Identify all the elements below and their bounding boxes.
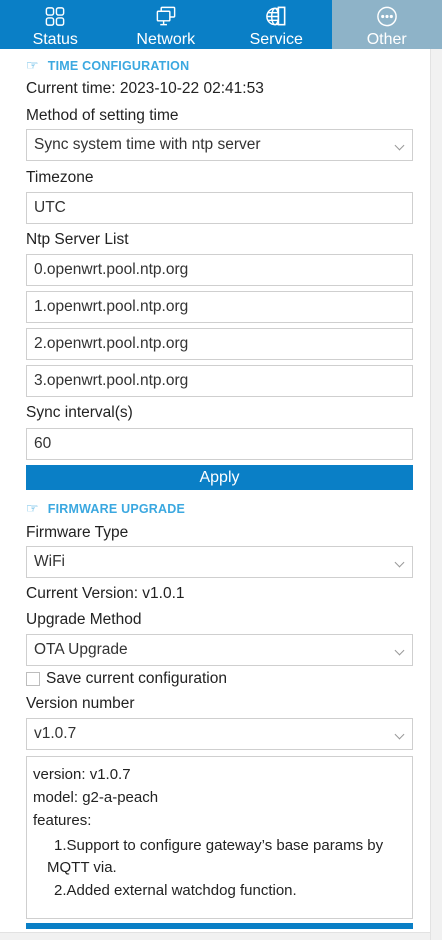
more-icon	[376, 6, 397, 27]
apply-button[interactable]: Apply	[26, 465, 413, 490]
firmware-type-label: Firmware Type	[26, 524, 129, 541]
time-config-title: ☞ TIME CONFIGURATION	[26, 57, 189, 74]
sync-interval-input[interactable]: 60	[26, 428, 413, 460]
version-number-select[interactable]: v1.0.7	[26, 718, 413, 750]
top-nav: Status Network Service Other	[0, 0, 442, 49]
tab-other-label: Other	[366, 31, 407, 48]
method-label: Method of setting time	[26, 107, 179, 124]
upgrade-method-value: OTA Upgrade	[34, 641, 128, 658]
upgrade-method-label: Upgrade Method	[26, 611, 142, 628]
tab-network[interactable]: Network	[111, 0, 222, 49]
monitor-icon	[156, 6, 176, 26]
time-config-title-text: TIME CONFIGURATION	[47, 58, 190, 73]
main-content: ☞ TIME CONFIGURATION Current time: 2023-…	[0, 49, 430, 940]
chevron-down-icon	[394, 645, 405, 656]
timezone-label: Timezone	[26, 169, 94, 186]
timezone-input[interactable]: UTC	[26, 192, 413, 224]
ntp-server-input-0[interactable]: 0.openwrt.pool.ntp.org	[26, 254, 413, 286]
upgrade-method-select[interactable]: OTA Upgrade	[26, 634, 413, 666]
sync-interval-label: Sync interval(s)	[26, 404, 133, 421]
firmware-type-select[interactable]: WiFi	[26, 546, 413, 578]
version-number-label: Version number	[26, 695, 135, 712]
tab-service-label: Service	[249, 31, 303, 48]
ntp-server-input-2[interactable]: 2.openwrt.pool.ntp.org	[26, 328, 413, 360]
tab-status[interactable]: Status	[0, 0, 111, 49]
release-notes[interactable]: version: v1.0.7 model: g2-a-peach featur…	[26, 756, 413, 919]
tab-service[interactable]: Service	[221, 0, 332, 49]
notes-feature-1: 1.Support to configure gateway’s base pa…	[47, 837, 384, 876]
tab-status-label: Status	[32, 31, 78, 48]
save-config-row[interactable]: Save current configuration	[26, 670, 227, 688]
firmware-type-value: WiFi	[34, 553, 65, 570]
tab-other[interactable]: Other	[331, 0, 442, 49]
horizontal-scrollbar[interactable]	[0, 932, 430, 940]
chevron-down-icon	[394, 729, 405, 740]
chevron-down-icon	[394, 557, 405, 568]
globe-icon	[266, 6, 286, 26]
pointing-hand-icon: ☞	[26, 500, 39, 516]
firmware-title-text: FIRMWARE UPGRADE	[47, 501, 185, 516]
notes-model: model: g2-a-peach	[33, 789, 159, 806]
grid-icon	[45, 7, 65, 26]
notes-features-label: features:	[33, 812, 92, 829]
current-version: Current Version: v1.0.1	[26, 585, 185, 602]
firmware-title: ☞ FIRMWARE UPGRADE	[26, 500, 185, 517]
save-config-label: Save current configuration	[46, 670, 227, 687]
pointing-hand-icon: ☞	[26, 57, 39, 73]
time-method-value: Sync system time with ntp server	[34, 136, 261, 153]
save-config-checkbox[interactable]	[26, 672, 40, 686]
vertical-scrollbar[interactable]	[430, 49, 442, 940]
notes-version: version: v1.0.7	[33, 766, 131, 783]
ntp-server-input-3[interactable]: 3.openwrt.pool.ntp.org	[26, 365, 413, 397]
version-number-value: v1.0.7	[34, 725, 77, 742]
chevron-down-icon	[394, 140, 405, 151]
current-time: Current time: 2023-10-22 02:41:53	[26, 80, 264, 97]
time-method-select[interactable]: Sync system time with ntp server	[26, 129, 413, 161]
ntp-server-input-1[interactable]: 1.openwrt.pool.ntp.org	[26, 291, 413, 323]
upgrade-button[interactable]	[26, 923, 413, 929]
ntp-label: Ntp Server List	[26, 231, 129, 248]
notes-feature-2: 2.Added external watchdog function.	[54, 882, 297, 899]
tab-network-label: Network	[136, 31, 196, 48]
